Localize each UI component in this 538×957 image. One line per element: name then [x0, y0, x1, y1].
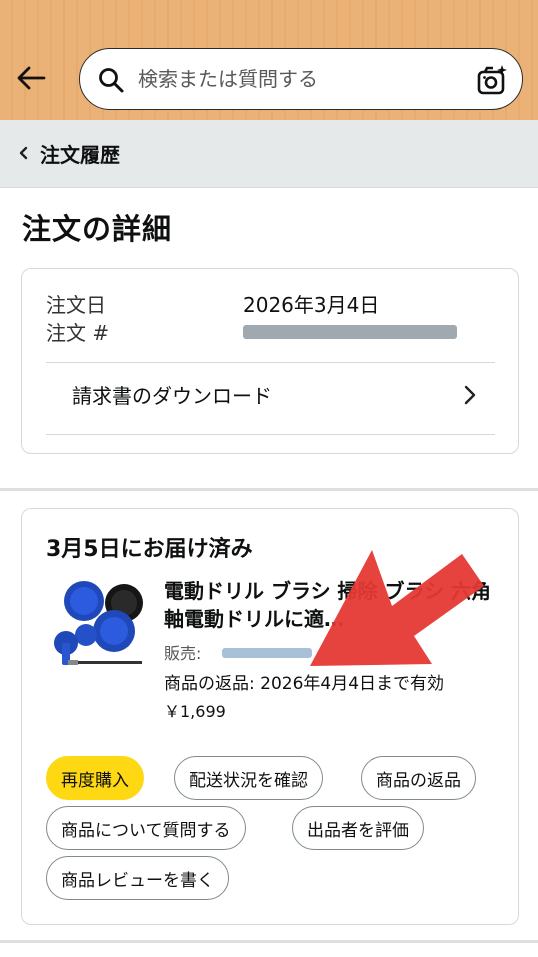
buy-again-button[interactable]: 再度購入 [46, 756, 144, 800]
order-date-label: 注文日 [46, 293, 106, 317]
product-price: ￥1,699 [164, 702, 226, 721]
divider [46, 362, 495, 363]
search-icon [99, 68, 124, 93]
ask-product-question-button[interactable]: 商品について質問する [46, 806, 246, 850]
order-details-card: 注文日 2026年3月4日 注文 # 請求書のダウンロード [21, 268, 519, 454]
back-arrow-icon[interactable] [14, 61, 48, 95]
search-bar[interactable] [79, 48, 523, 110]
seller-label: 販売: [164, 644, 202, 663]
order-number-label: 注文 # [46, 321, 110, 345]
top-bar [0, 0, 538, 120]
product-title-link[interactable]: 電動ドリル ブラシ 掃除 ブラシ 六角軸電動ドリルに適… [164, 577, 494, 633]
return-window-text: 商品の返品: 2026年4月4日まで有効 [164, 674, 445, 694]
order-date-value: 2026年3月4日 [243, 293, 380, 317]
delivery-status: 3月5日にお届け済み [46, 537, 253, 562]
section-separator [0, 940, 538, 943]
product-image[interactable] [50, 577, 146, 677]
camera-lens-icon[interactable] [476, 64, 508, 96]
order-number-redacted [243, 325, 457, 339]
invoice-download-button[interactable]: 請求書のダウンロード [46, 364, 495, 434]
page-title: 注文の詳細 [22, 212, 173, 246]
write-review-button[interactable]: 商品レビューを書く [46, 856, 229, 900]
search-input[interactable] [138, 63, 458, 95]
rate-seller-button[interactable]: 出品者を評価 [292, 806, 424, 850]
section-separator [0, 488, 538, 491]
chevron-right-icon [464, 385, 476, 405]
track-package-button[interactable]: 配送状況を確認 [174, 756, 323, 800]
invoice-download-label: 請求書のダウンロード [72, 384, 272, 408]
chevron-left-icon [19, 146, 28, 160]
delivery-card: 3月5日にお届け済み 電動ドリル ブラシ 掃除 ブラシ 六角軸電動ドリルに適… … [21, 508, 519, 925]
return-item-button[interactable]: 商品の返品 [361, 756, 476, 800]
breadcrumb[interactable]: 注文履歴 [0, 120, 538, 188]
breadcrumb-label[interactable]: 注文履歴 [40, 139, 120, 168]
divider [46, 434, 495, 435]
seller-name-redacted[interactable] [222, 648, 312, 658]
